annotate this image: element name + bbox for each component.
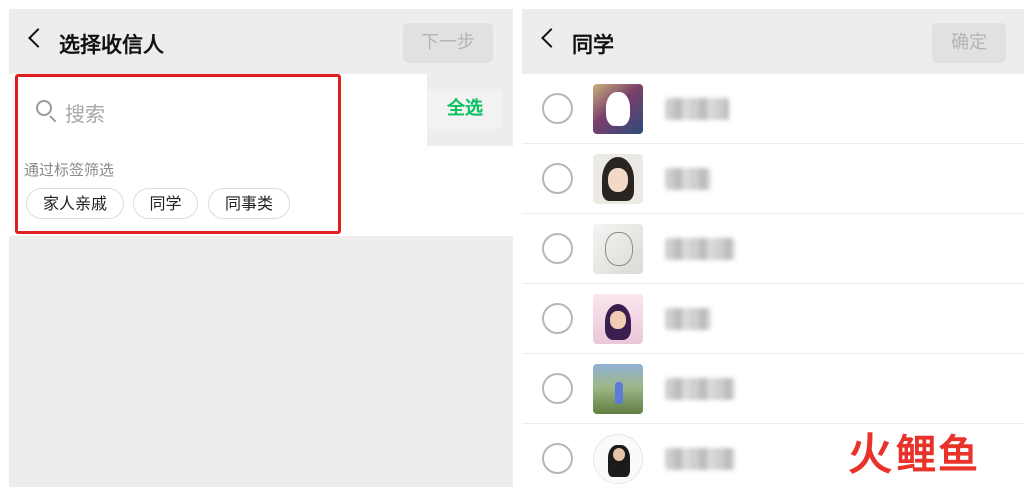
contact-row[interactable] <box>522 74 1024 144</box>
contact-row[interactable] <box>522 144 1024 214</box>
select-radio[interactable] <box>542 303 573 334</box>
avatar <box>593 294 643 344</box>
contact-row[interactable] <box>522 284 1024 354</box>
watermark-fire-glyph: 火 <box>848 429 892 480</box>
avatar <box>593 434 643 484</box>
select-radio[interactable] <box>542 233 573 264</box>
back-chevron-icon[interactable] <box>541 28 561 48</box>
blurred-contact-name <box>665 238 735 260</box>
select-radio[interactable] <box>542 443 573 474</box>
select-radio[interactable] <box>542 163 573 194</box>
highlight-frame <box>15 74 341 234</box>
contact-row[interactable] <box>522 354 1024 424</box>
avatar <box>593 224 643 274</box>
blurred-contact-name <box>665 168 711 190</box>
page-title: 选择收信人 <box>59 33 164 57</box>
select-radio[interactable] <box>542 373 573 404</box>
select-radio[interactable] <box>542 93 573 124</box>
next-step-button[interactable]: 下一步 <box>403 23 493 63</box>
classmates-panel: 同学 确定 <box>522 9 1024 487</box>
blurred-contact-name <box>665 98 729 120</box>
avatar <box>593 84 643 134</box>
blurred-contact-name <box>665 308 711 330</box>
page-title: 同学 <box>572 33 614 57</box>
watermark-logo: 火 鲤鱼 <box>848 430 980 480</box>
avatar <box>593 154 643 204</box>
contact-row[interactable] <box>522 214 1024 284</box>
confirm-button[interactable]: 确定 <box>932 23 1006 63</box>
blurred-contact-name <box>665 378 735 400</box>
avatar <box>593 364 643 414</box>
watermark-brand-text: 鲤鱼 <box>896 432 980 478</box>
blurred-contact-name <box>665 448 735 470</box>
back-chevron-icon[interactable] <box>28 28 48 48</box>
navigation-bar: 选择收信人 下一步 <box>9 9 513 74</box>
select-all-button[interactable]: 全选 <box>427 89 503 129</box>
navigation-bar: 同学 确定 <box>522 9 1024 74</box>
